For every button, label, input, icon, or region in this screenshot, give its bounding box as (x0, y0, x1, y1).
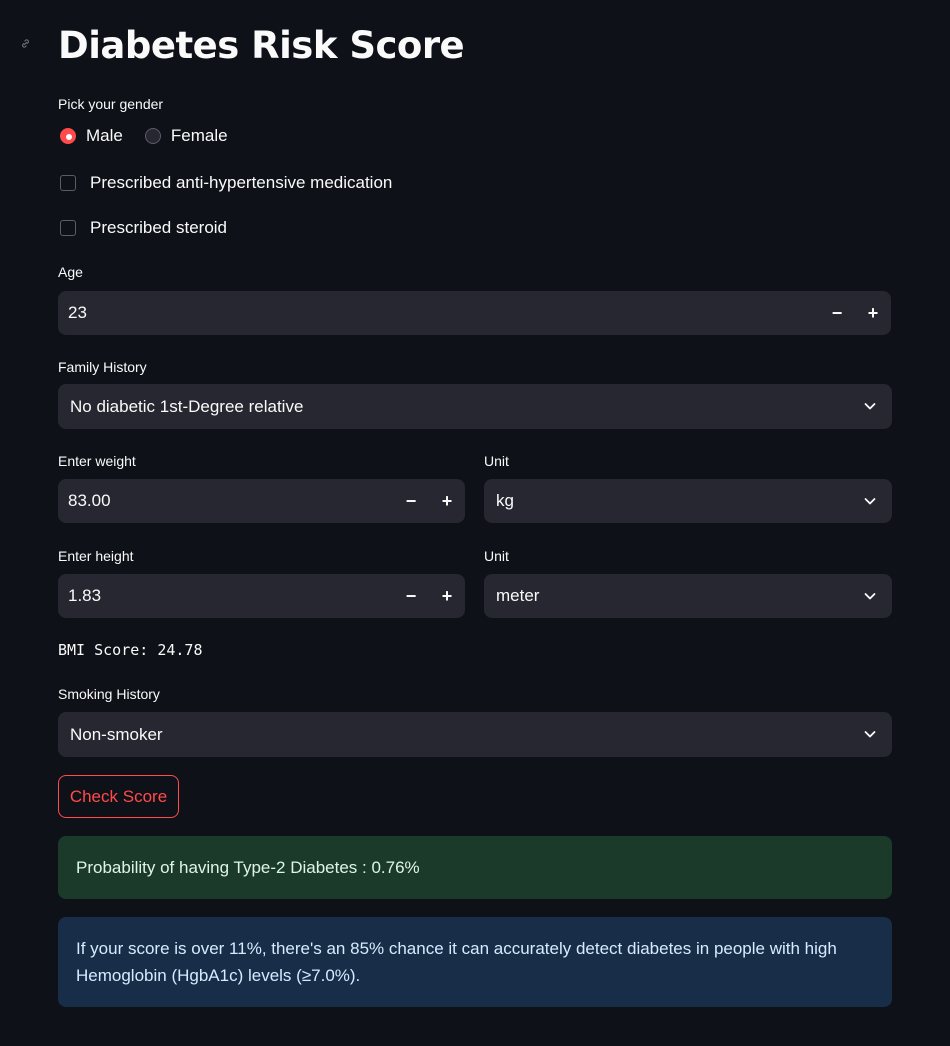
bmi-score-text: BMI Score: 24.78 (58, 641, 203, 659)
antihypertensive-checkbox[interactable]: Prescribed anti-hypertensive medication (60, 173, 392, 193)
family-history-value: No diabetic 1st-Degree relative (70, 397, 304, 416)
app-page: Diabetes Risk Score Pick your gender Mal… (0, 0, 950, 1046)
radio-unselected-icon (144, 128, 161, 144)
gender-radio-group: Male Female (60, 126, 250, 146)
chevron-down-icon (864, 403, 876, 410)
height-value[interactable]: 1.83 (68, 574, 101, 618)
gender-option-label: Male (86, 126, 123, 145)
family-history-label: Family History (58, 359, 147, 375)
gender-label: Pick your gender (58, 96, 164, 112)
weight-unit-select[interactable]: kg (484, 479, 892, 523)
checkbox-unchecked-icon (60, 220, 76, 236)
smoking-history-label: Smoking History (58, 686, 160, 702)
age-decrement-button[interactable]: − (819, 291, 855, 335)
info-alert: If your score is over 11%, there's an 85… (58, 917, 892, 1007)
link-anchor-icon[interactable] (20, 38, 31, 52)
smoking-history-select[interactable]: Non-smoker (58, 712, 892, 757)
age-value[interactable]: 23 (68, 291, 87, 335)
height-unit-value: meter (496, 586, 540, 605)
weight-unit-label: Unit (484, 453, 509, 469)
weight-unit-value: kg (496, 491, 514, 510)
height-label: Enter height (58, 548, 134, 564)
chevron-down-icon (864, 593, 876, 600)
weight-decrement-button[interactable]: − (393, 479, 429, 523)
result-success-alert: Probability of having Type-2 Diabetes : … (58, 836, 892, 899)
weight-value[interactable]: 83.00 (68, 479, 111, 523)
height-decrement-button[interactable]: − (393, 574, 429, 618)
check-score-button[interactable]: Check Score (58, 775, 179, 818)
age-label: Age (58, 264, 83, 280)
height-number-input[interactable]: 1.83 − + (58, 574, 465, 618)
checkbox-label: Prescribed anti-hypertensive medication (90, 173, 393, 192)
height-unit-select[interactable]: meter (484, 574, 892, 618)
checkbox-label: Prescribed steroid (90, 218, 228, 237)
weight-label: Enter weight (58, 453, 136, 469)
weight-increment-button[interactable]: + (429, 479, 465, 523)
family-history-select[interactable]: No diabetic 1st-Degree relative (58, 384, 892, 429)
weight-number-input[interactable]: 83.00 − + (58, 479, 465, 523)
gender-option-label: Female (170, 126, 228, 145)
checkbox-unchecked-icon (60, 175, 76, 191)
chevron-down-icon (864, 731, 876, 738)
radio-selected-icon (60, 128, 76, 144)
page-title: Diabetes Risk Score (58, 24, 465, 67)
age-increment-button[interactable]: + (855, 291, 891, 335)
gender-option-female[interactable]: Female (144, 126, 228, 146)
height-unit-label: Unit (484, 548, 509, 564)
age-number-input[interactable]: 23 − + (58, 291, 891, 335)
chevron-down-icon (864, 498, 876, 505)
smoking-history-value: Non-smoker (70, 725, 163, 744)
height-increment-button[interactable]: + (429, 574, 465, 618)
gender-option-male[interactable]: Male (60, 126, 123, 146)
steroid-checkbox[interactable]: Prescribed steroid (60, 218, 227, 238)
